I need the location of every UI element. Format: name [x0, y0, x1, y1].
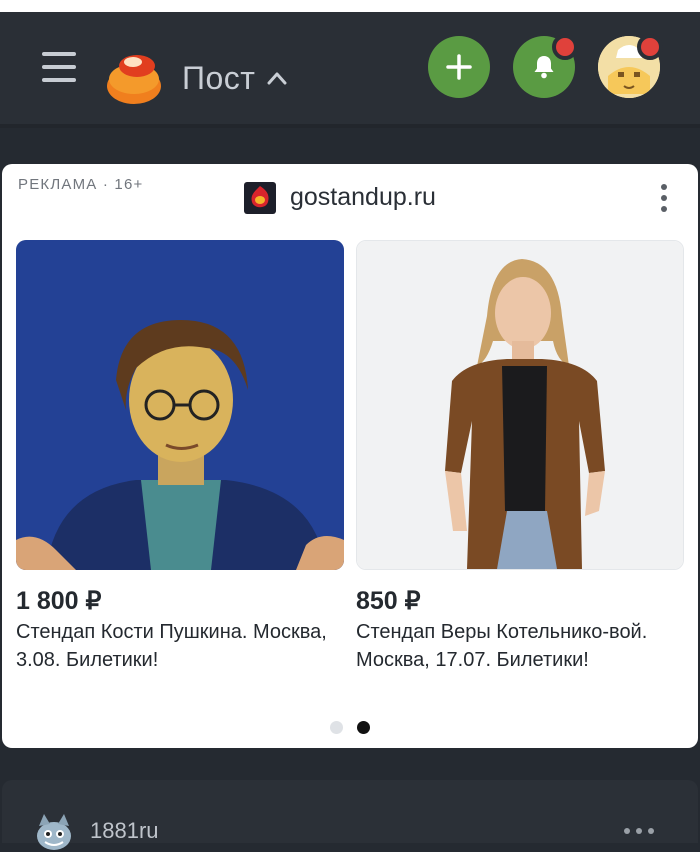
- bell-icon: [534, 56, 554, 79]
- page-title: Пост: [182, 60, 256, 96]
- add-post-button[interactable]: [428, 36, 490, 98]
- chevron-up-icon: [267, 72, 287, 85]
- ad-product-card[interactable]: 850 ₽ Стендап Веры Котельнико-вой. Москв…: [356, 240, 686, 674]
- menu-icon[interactable]: [40, 50, 80, 84]
- product-photo: [356, 240, 684, 570]
- divider: [0, 124, 700, 128]
- product-photo: [16, 240, 344, 570]
- post-more-menu-icon[interactable]: [624, 828, 654, 834]
- author-avatar[interactable]: [34, 812, 74, 852]
- ad-label: РЕКЛАМА · 16+: [18, 176, 144, 193]
- product-description: Стендап Кости Пушкина. Москва, 3.08. Бил…: [16, 621, 327, 671]
- status-strip: [0, 0, 700, 12]
- site-logo-icon[interactable]: [244, 182, 276, 214]
- post-author-name[interactable]: 1881ru: [90, 818, 159, 844]
- carousel-dot-active[interactable]: [357, 721, 370, 734]
- ad-options-menu-icon[interactable]: [652, 180, 676, 216]
- plus-icon: [446, 54, 472, 80]
- product-price: 850 ₽: [356, 587, 421, 615]
- app-header: Пост: [0, 12, 700, 124]
- product-price: 1 800 ₽: [16, 587, 102, 615]
- profile-badge: [637, 34, 663, 60]
- ad-product-card[interactable]: 1 800 ₽ Стендап Кости Пушкина. Москва, 3…: [16, 240, 346, 674]
- carousel-dot[interactable]: [330, 721, 343, 734]
- carousel-pagination: [330, 721, 370, 734]
- page-title-dropdown[interactable]: Пост: [182, 58, 287, 98]
- product-description: Стендап Веры Котельнико-вой. Москва, 17.…: [356, 621, 648, 671]
- next-post-header: 1881ru: [2, 780, 698, 850]
- pikabu-logo[interactable]: [104, 50, 164, 108]
- ad-card: РЕКЛАМА · 16+ gostandup.ru 1 800 ₽ Стенд…: [2, 164, 698, 748]
- ad-site-link[interactable]: gostandup.ru: [290, 182, 436, 212]
- notification-badge: [552, 34, 578, 60]
